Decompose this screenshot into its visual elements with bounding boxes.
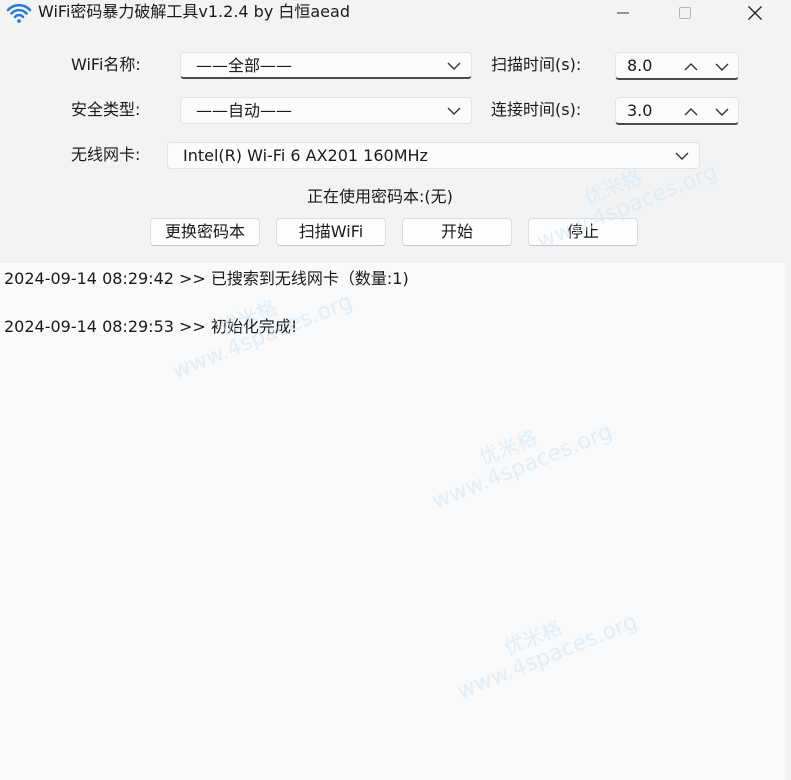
- window-title: WiFi密码暴力破解工具v1.2.4 by 白恒aead: [38, 2, 350, 21]
- dictionary-status: 正在使用密码本:(无): [307, 187, 453, 206]
- change-dictionary-button[interactable]: 更换密码本: [150, 218, 260, 246]
- wifi-name-select[interactable]: ——全部——: [180, 52, 472, 79]
- scan-time-label: 扫描时间(s):: [491, 55, 582, 74]
- minimize-icon: [617, 12, 629, 14]
- security-type-select[interactable]: ——自动——: [180, 97, 472, 124]
- chevron-down-icon[interactable]: [713, 58, 731, 76]
- wifi-name-label: WiFi名称:: [71, 55, 141, 74]
- scan-time-value: 8.0: [627, 56, 653, 75]
- scan-time-spinbox[interactable]: 8.0: [615, 52, 739, 80]
- security-type-label: 安全类型:: [71, 100, 141, 119]
- connect-time-spinbox[interactable]: 3.0: [615, 97, 739, 125]
- connect-time-value: 3.0: [627, 101, 653, 120]
- connect-time-label: 连接时间(s):: [491, 100, 582, 119]
- app-window: WiFi密码暴力破解工具v1.2.4 by 白恒aead WiFi名称: ——全…: [0, 0, 791, 780]
- log-line: 2024-09-14 08:29:42 >> 已搜索到无线网卡（数量:1): [4, 269, 409, 288]
- chevron-up-icon[interactable]: [682, 103, 700, 121]
- wifi-icon: [6, 2, 32, 24]
- chevron-down-icon: [447, 107, 461, 115]
- chevron-down-icon[interactable]: [713, 103, 731, 121]
- stop-button[interactable]: 停止: [528, 218, 638, 246]
- adapter-select[interactable]: Intel(R) Wi-Fi 6 AX201 160MHz: [167, 142, 700, 169]
- scrollbar-track[interactable]: [785, 261, 791, 780]
- chevron-up-icon[interactable]: [682, 58, 700, 76]
- start-button[interactable]: 开始: [402, 218, 512, 246]
- maximize-button[interactable]: [662, 0, 708, 26]
- maximize-icon: [679, 7, 691, 19]
- log-panel[interactable]: 2024-09-14 08:29:42 >> 已搜索到无线网卡（数量:1) 20…: [0, 261, 785, 780]
- chevron-down-icon: [447, 62, 461, 70]
- scan-wifi-button[interactable]: 扫描WiFi: [276, 218, 386, 246]
- adapter-label: 无线网卡:: [71, 145, 141, 164]
- minimize-button[interactable]: [600, 0, 646, 26]
- title-bar: WiFi密码暴力破解工具v1.2.4 by 白恒aead: [0, 0, 791, 26]
- wifi-name-value: ——全部——: [196, 56, 293, 75]
- adapter-value: Intel(R) Wi-Fi 6 AX201 160MHz: [183, 146, 428, 165]
- log-line: 2024-09-14 08:29:53 >> 初始化完成!: [4, 317, 298, 336]
- security-type-value: ——自动——: [196, 101, 293, 120]
- chevron-down-icon: [675, 152, 689, 160]
- close-icon: [748, 6, 762, 20]
- close-button[interactable]: [732, 0, 778, 26]
